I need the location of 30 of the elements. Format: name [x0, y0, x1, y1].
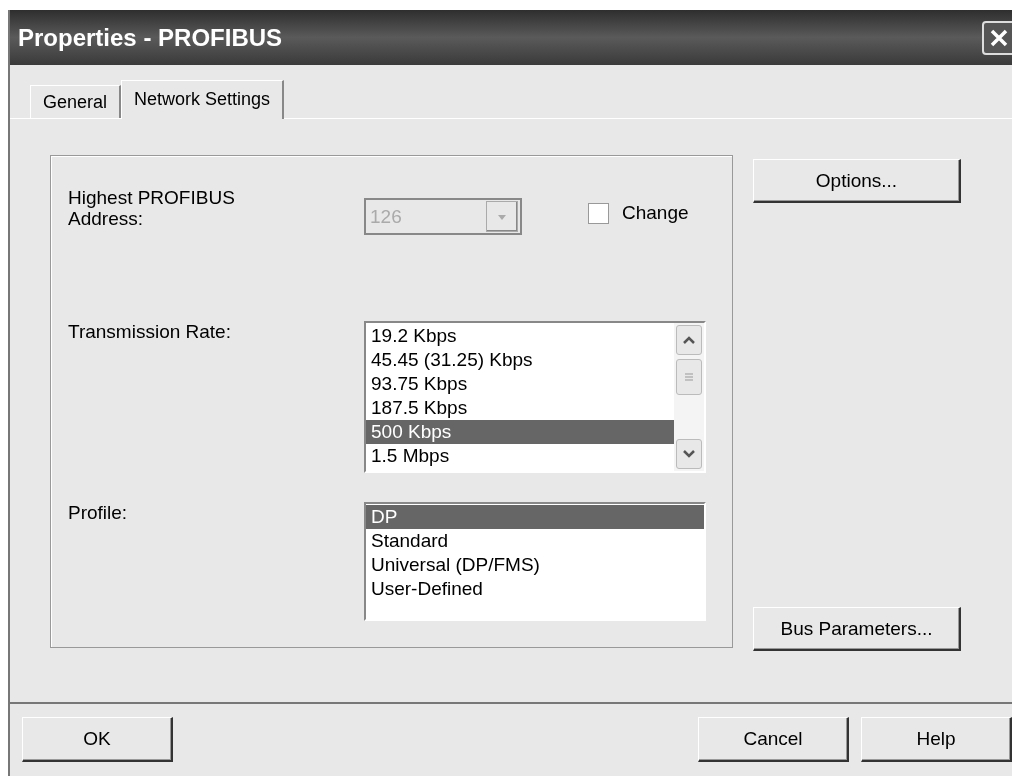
dialog-button[interactable]: Cancel [698, 717, 849, 762]
field-label: Transmission Rate: [68, 321, 232, 344]
grip-icon [684, 372, 694, 382]
window-title: Properties - PROFIBUS [18, 23, 283, 52]
tab[interactable]: General [30, 85, 122, 118]
close-button[interactable] [982, 20, 1012, 55]
field-label: Profile: [68, 502, 129, 525]
chevron-down-icon [682, 449, 696, 459]
list-item[interactable]: 19.2 Kbps [366, 324, 674, 348]
list-item[interactable]: 500 Kbps [366, 420, 674, 444]
list-item[interactable]: 1.5 Mbps [366, 444, 674, 468]
list-item[interactable]: 93.75 Kbps [366, 372, 674, 396]
dialog-button[interactable]: Help [861, 717, 1012, 762]
chevron-up-icon [682, 335, 696, 345]
caret-icon [496, 212, 508, 221]
scroll-up-button[interactable] [676, 325, 702, 355]
scroll-thumb[interactable] [676, 359, 702, 395]
dialog-button[interactable]: Bus Parameters... [753, 607, 961, 651]
list-item[interactable]: 187.5 Kbps [366, 396, 674, 420]
list-item[interactable]: Standard [366, 529, 704, 553]
list-item[interactable]: Universal (DP/FMS) [366, 553, 704, 577]
ok-button[interactable]: OK [22, 717, 173, 762]
list-item[interactable]: User-Defined [366, 577, 704, 601]
dialog-button[interactable]: Options... [753, 159, 961, 203]
tab[interactable]: Network Settings [121, 80, 285, 119]
list-item[interactable]: DP [366, 505, 704, 529]
field-label: Highest PROFIBUS Address: [68, 187, 236, 231]
list-item[interactable]: 45.45 (31.25) Kbps [366, 348, 674, 372]
scroll-down-button[interactable] [676, 439, 702, 469]
change-checkbox[interactable]: Change [588, 201, 689, 225]
